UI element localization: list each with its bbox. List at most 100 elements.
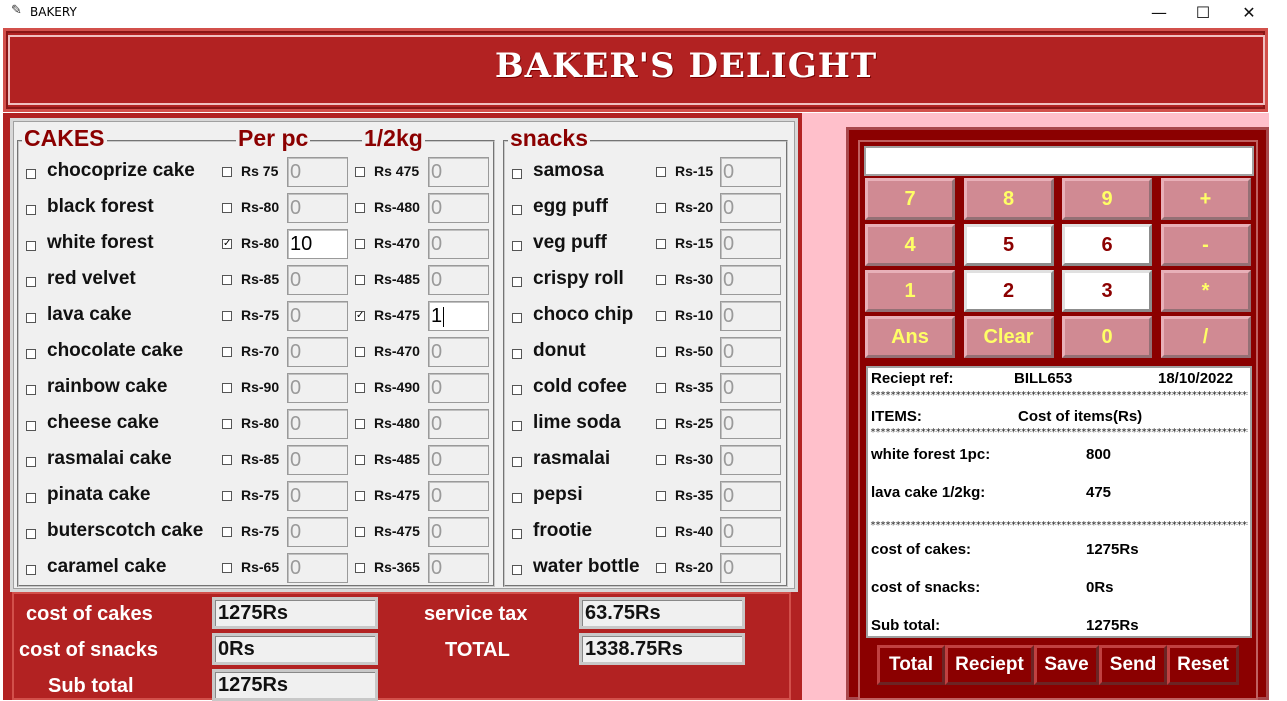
key-4[interactable]: 4 — [865, 224, 955, 266]
kg-checkbox[interactable] — [355, 527, 365, 537]
snack-checkbox[interactable] — [512, 241, 522, 251]
pc-checkbox[interactable] — [222, 347, 232, 357]
cost-of-cakes-field[interactable]: 1275Rs — [212, 597, 378, 629]
snack-quantity-input[interactable]: 0 — [720, 445, 781, 475]
snack-quantity-input[interactable]: 0 — [720, 409, 781, 439]
pc-checkbox[interactable] — [222, 275, 232, 285]
snack-checkbox[interactable] — [512, 169, 522, 179]
snack-quantity-input[interactable]: 0 — [720, 481, 781, 511]
save-button[interactable]: Save — [1034, 645, 1099, 685]
pc-quantity-input[interactable]: 0 — [287, 337, 348, 367]
cake-checkbox[interactable] — [26, 205, 36, 215]
pc-checkbox[interactable] — [222, 563, 232, 573]
pc-quantity-input[interactable]: 0 — [287, 409, 348, 439]
kg-quantity-input[interactable]: 0 — [428, 445, 489, 475]
cake-checkbox[interactable] — [26, 169, 36, 179]
cake-checkbox[interactable] — [26, 349, 36, 359]
cake-checkbox[interactable] — [26, 241, 36, 251]
snack-checkbox[interactable] — [512, 277, 522, 287]
pc-checkbox[interactable] — [222, 419, 232, 429]
key-minus[interactable]: - — [1160, 224, 1251, 266]
kg-quantity-input[interactable]: 0 — [428, 229, 489, 259]
kg-checkbox[interactable] — [355, 455, 365, 465]
total-button[interactable]: Total — [877, 645, 945, 685]
pc-quantity-input[interactable]: 0 — [287, 301, 348, 331]
kg-quantity-input[interactable]: 0 — [428, 265, 489, 295]
cost-of-snacks-field[interactable]: 0Rs — [212, 633, 378, 665]
key-multiply[interactable]: * — [1160, 270, 1251, 312]
snack-price-checkbox[interactable] — [656, 491, 666, 501]
key-5[interactable]: 5 — [963, 224, 1054, 266]
snack-quantity-input[interactable]: 0 — [720, 373, 781, 403]
cake-checkbox[interactable] — [26, 313, 36, 323]
pc-quantity-input[interactable]: 10 — [287, 229, 348, 259]
kg-checkbox[interactable] — [355, 275, 365, 285]
kg-checkbox[interactable] — [355, 203, 365, 213]
cake-checkbox[interactable] — [26, 493, 36, 503]
pc-quantity-input[interactable]: 0 — [287, 193, 348, 223]
snack-price-checkbox[interactable] — [656, 347, 666, 357]
sub-total-field[interactable]: 1275Rs — [212, 669, 378, 701]
kg-checkbox[interactable] — [355, 383, 365, 393]
snack-price-checkbox[interactable] — [656, 419, 666, 429]
snack-checkbox[interactable] — [512, 457, 522, 467]
pc-checkbox[interactable] — [222, 491, 232, 501]
pc-checkbox[interactable]: ✓ — [222, 239, 232, 249]
kg-checkbox[interactable] — [355, 167, 365, 177]
key-clear[interactable]: Clear — [963, 316, 1054, 358]
total-field[interactable]: 1338.75Rs — [579, 633, 745, 665]
cake-checkbox[interactable] — [26, 457, 36, 467]
snack-checkbox[interactable] — [512, 529, 522, 539]
kg-quantity-input[interactable]: 1 — [428, 301, 489, 331]
cake-checkbox[interactable] — [26, 385, 36, 395]
pc-checkbox[interactable] — [222, 311, 232, 321]
snack-quantity-input[interactable]: 0 — [720, 301, 781, 331]
minimize-button[interactable]: — — [1136, 0, 1182, 26]
key-9[interactable]: 9 — [1062, 178, 1152, 220]
snack-price-checkbox[interactable] — [656, 239, 666, 249]
snack-price-checkbox[interactable] — [656, 455, 666, 465]
key-2[interactable]: 2 — [963, 270, 1054, 312]
cake-checkbox[interactable] — [26, 277, 36, 287]
snack-checkbox[interactable] — [512, 565, 522, 575]
snack-checkbox[interactable] — [512, 493, 522, 503]
snack-price-checkbox[interactable] — [656, 167, 666, 177]
kg-quantity-input[interactable]: 0 — [428, 409, 489, 439]
calculator-display[interactable] — [864, 146, 1254, 176]
kg-quantity-input[interactable]: 0 — [428, 337, 489, 367]
key-8[interactable]: 8 — [963, 178, 1054, 220]
key-ans[interactable]: Ans — [865, 316, 955, 358]
key-3[interactable]: 3 — [1062, 270, 1152, 312]
kg-checkbox[interactable] — [355, 563, 365, 573]
key-plus[interactable]: + — [1160, 178, 1251, 220]
snack-quantity-input[interactable]: 0 — [720, 553, 781, 583]
snack-price-checkbox[interactable] — [656, 203, 666, 213]
pc-quantity-input[interactable]: 0 — [287, 157, 348, 187]
snack-price-checkbox[interactable] — [656, 311, 666, 321]
snack-price-checkbox[interactable] — [656, 527, 666, 537]
maximize-button[interactable]: ☐ — [1180, 0, 1226, 26]
key-6[interactable]: 6 — [1062, 224, 1152, 266]
reset-button[interactable]: Reset — [1167, 645, 1239, 685]
snack-quantity-input[interactable]: 0 — [720, 193, 781, 223]
snack-checkbox[interactable] — [512, 349, 522, 359]
snack-quantity-input[interactable]: 0 — [720, 157, 781, 187]
kg-quantity-input[interactable]: 0 — [428, 157, 489, 187]
pc-quantity-input[interactable]: 0 — [287, 265, 348, 295]
snack-price-checkbox[interactable] — [656, 275, 666, 285]
snack-quantity-input[interactable]: 0 — [720, 265, 781, 295]
kg-quantity-input[interactable]: 0 — [428, 553, 489, 583]
snack-checkbox[interactable] — [512, 313, 522, 323]
service-tax-field[interactable]: 63.75Rs — [579, 597, 745, 629]
pc-checkbox[interactable] — [222, 527, 232, 537]
pc-quantity-input[interactable]: 0 — [287, 481, 348, 511]
kg-quantity-input[interactable]: 0 — [428, 193, 489, 223]
key-1[interactable]: 1 — [865, 270, 955, 312]
pc-quantity-input[interactable]: 0 — [287, 373, 348, 403]
pc-checkbox[interactable] — [222, 383, 232, 393]
snack-quantity-input[interactable]: 0 — [720, 229, 781, 259]
snack-quantity-input[interactable]: 0 — [720, 517, 781, 547]
snack-checkbox[interactable] — [512, 385, 522, 395]
kg-checkbox[interactable] — [355, 239, 365, 249]
key-divide[interactable]: / — [1160, 316, 1251, 358]
